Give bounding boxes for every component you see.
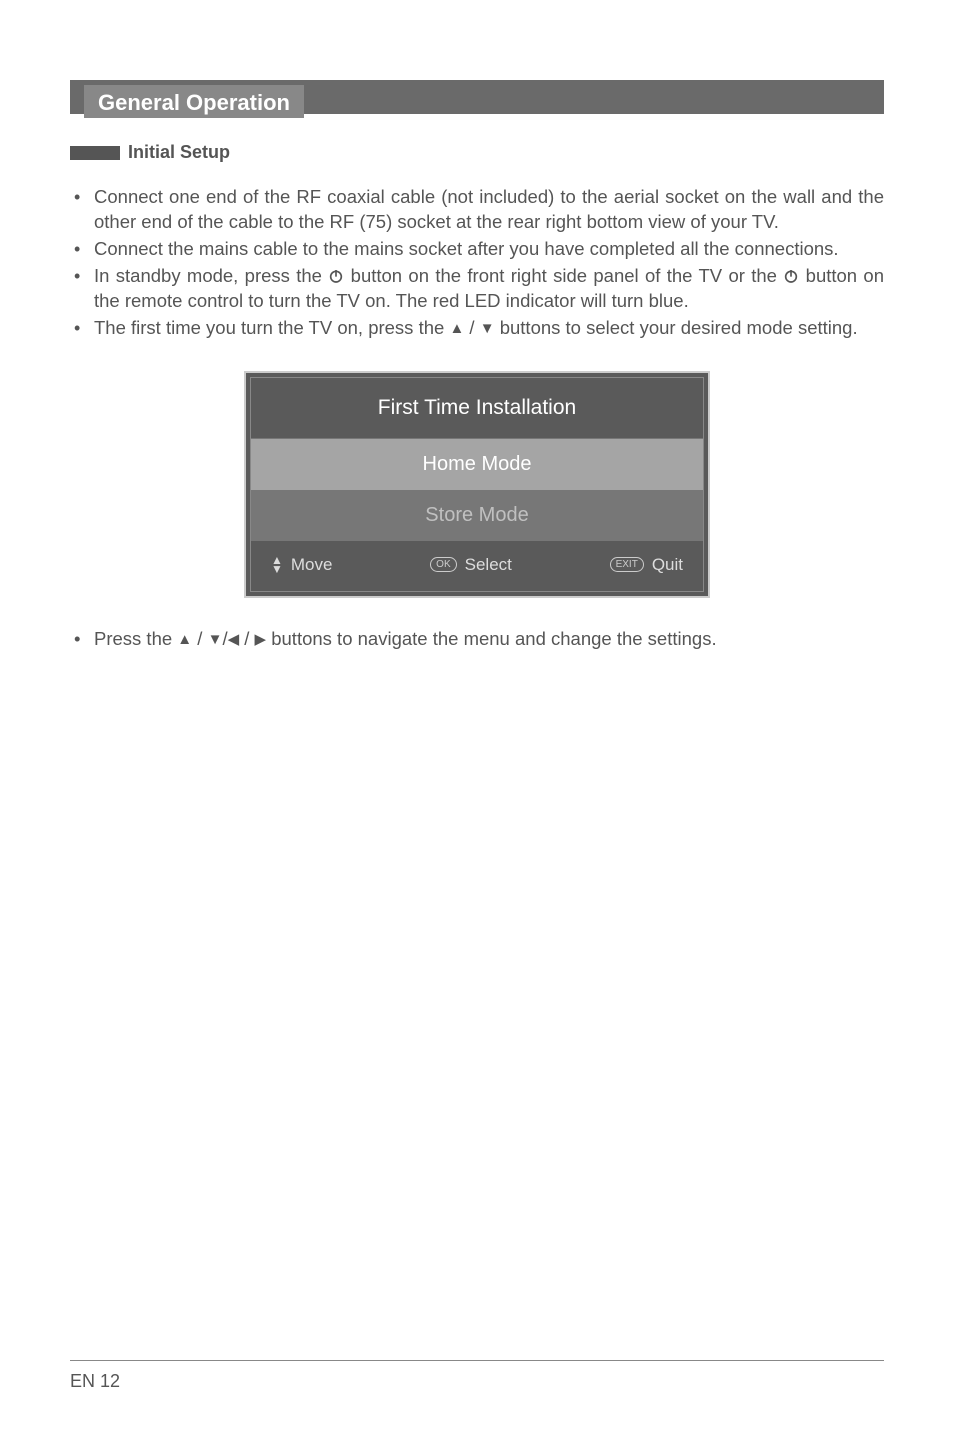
bullet-connect-mains: Connect the mains cable to the mains soc…	[70, 237, 884, 262]
section-header-bar: General Operation	[70, 80, 884, 114]
osd-footer-move-group: ▲▼ Move	[271, 555, 332, 575]
instruction-list: Connect one end of the RF coaxial cable …	[70, 185, 884, 341]
up-arrow-icon: ▲	[177, 631, 192, 648]
osd-option-home: Home Mode	[251, 439, 703, 490]
bullet-first-time: The first time you turn the TV on, press…	[70, 316, 884, 341]
osd-option-store: Store Mode	[251, 490, 703, 541]
slash: /	[464, 317, 479, 338]
subheading-decoration	[70, 146, 120, 160]
up-arrow-icon: ▲	[449, 319, 464, 339]
osd-footer-quit-group: EXIT Quit	[610, 555, 683, 575]
text-fragment: In standby mode, press the	[94, 265, 328, 286]
subheading-row: Initial Setup	[70, 142, 884, 163]
page-footer: EN 12	[70, 1360, 884, 1392]
bullet-standby: In standby mode, press the button on the…	[70, 264, 884, 314]
right-arrow-icon: ▶	[255, 630, 267, 648]
move-label: Move	[291, 555, 333, 575]
section-title: General Operation	[84, 85, 304, 118]
select-label: Select	[465, 555, 512, 575]
slash: /	[239, 628, 254, 649]
osd-title: First Time Installation	[251, 378, 703, 439]
power-icon	[783, 266, 799, 282]
slash: /	[192, 628, 207, 649]
bullet-navigate: Press the ▲ / ▼/◀ / ▶ buttons to navigat…	[70, 628, 884, 650]
ok-key-icon: OK	[430, 557, 456, 572]
up-down-arrows-icon: ▲▼	[271, 556, 283, 573]
power-icon	[328, 266, 344, 282]
down-arrow-icon: ▼	[480, 319, 495, 339]
bullet-connect-rf: Connect one end of the RF coaxial cable …	[70, 185, 884, 235]
text-fragment: Press the	[94, 628, 177, 649]
text-fragment: button on the front right side panel of …	[344, 265, 783, 286]
osd-footer: ▲▼ Move OK Select EXIT Quit	[251, 541, 703, 591]
osd-screenshot: First Time Installation Home Mode Store …	[70, 371, 884, 598]
page-number: EN 12	[70, 1371, 120, 1391]
quit-label: Quit	[652, 555, 683, 575]
down-arrow-icon: ▼	[208, 631, 223, 648]
exit-key-icon: EXIT	[610, 557, 644, 572]
text-fragment: buttons to select your desired mode sett…	[495, 317, 858, 338]
osd-inner: First Time Installation Home Mode Store …	[250, 377, 704, 592]
left-arrow-icon: ◀	[228, 630, 240, 648]
subheading-text: Initial Setup	[128, 142, 230, 163]
text-fragment: The first time you turn the TV on, press…	[94, 317, 449, 338]
osd-panel: First Time Installation Home Mode Store …	[244, 371, 710, 598]
text-fragment: buttons to navigate the menu and change …	[266, 628, 717, 649]
osd-footer-select-group: OK Select	[342, 555, 599, 575]
